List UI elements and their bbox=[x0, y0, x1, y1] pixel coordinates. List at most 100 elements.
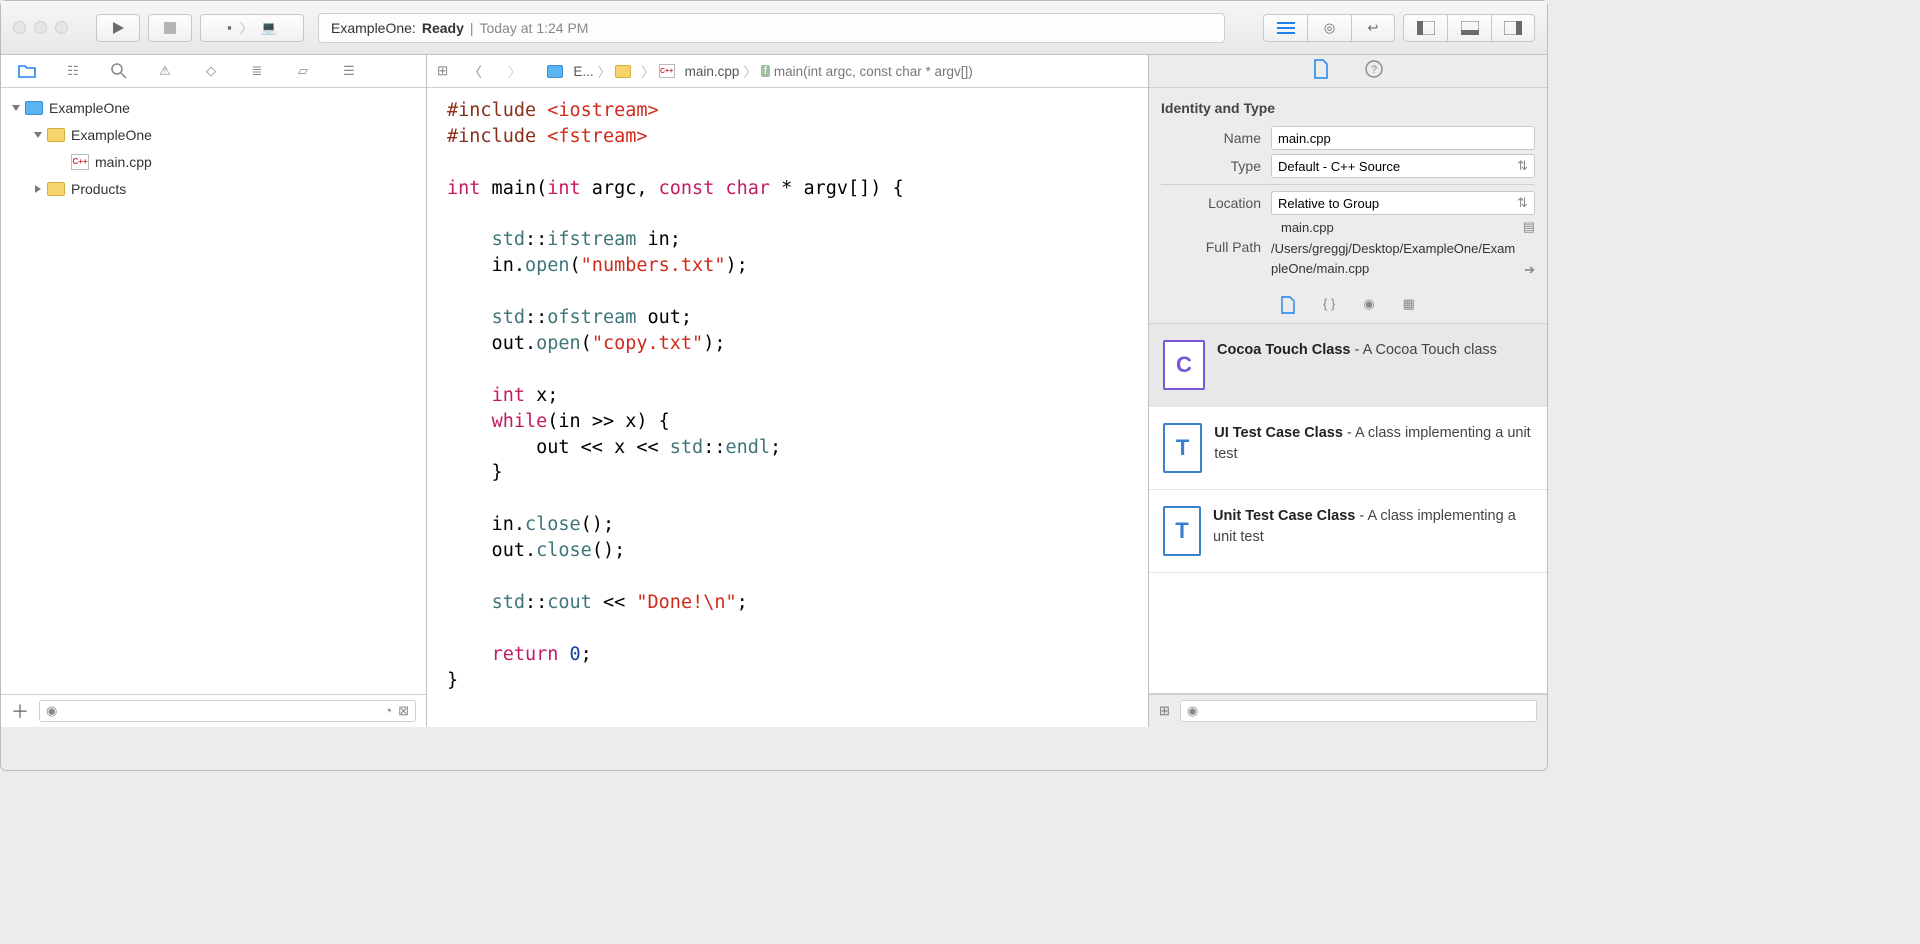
editor-pane: ⊞ 〈 〉 E... 〉 〉 C++ main.cpp 〉 f main(int… bbox=[427, 55, 1149, 727]
file-template-library-tab[interactable] bbox=[1281, 296, 1295, 317]
tree-folder-products[interactable]: Products bbox=[1, 175, 426, 202]
back-button[interactable]: 〈 bbox=[468, 61, 482, 81]
folder-icon bbox=[47, 128, 65, 142]
media-library-tab[interactable]: ▦ bbox=[1403, 296, 1415, 317]
navigator-filter[interactable]: ◉ ◔ ⊠ bbox=[39, 700, 416, 722]
template-icon: C bbox=[1163, 340, 1205, 390]
toolbar: ▪ 〉 💻 ExampleOne: Ready | Today at 1:24 … bbox=[1, 1, 1547, 55]
svg-text:?: ? bbox=[1371, 64, 1377, 76]
library-tabs: { } ◉ ▦ bbox=[1149, 290, 1547, 323]
debug-navigator-tab[interactable]: ≣ bbox=[247, 61, 267, 81]
folder-icon[interactable]: ▤ bbox=[1523, 219, 1535, 235]
toggle-navigator[interactable] bbox=[1403, 14, 1447, 42]
filter-icon: ◉ bbox=[46, 703, 57, 719]
project-label: ExampleOne bbox=[49, 100, 130, 116]
inspector-footer: ⊞ ◉ bbox=[1149, 694, 1547, 727]
add-button[interactable]: ＋ bbox=[11, 698, 29, 724]
folder-icon bbox=[615, 65, 631, 78]
left-panel-icon bbox=[1417, 21, 1435, 35]
library-item-text: UI Test Case Class - A class implementin… bbox=[1214, 423, 1533, 473]
close-window[interactable] bbox=[13, 21, 26, 34]
folder-label: ExampleOne bbox=[71, 127, 152, 143]
document-icon bbox=[1313, 59, 1329, 79]
file-label: main.cpp bbox=[95, 154, 152, 170]
jump-project[interactable]: E... bbox=[573, 64, 593, 79]
library-item[interactable]: TUnit Test Case Class - A class implemen… bbox=[1149, 490, 1547, 573]
toggle-inspector[interactable] bbox=[1491, 14, 1535, 42]
play-icon bbox=[111, 21, 125, 35]
test-navigator-tab[interactable]: ◇ bbox=[201, 61, 221, 81]
code-editor[interactable]: #include <iostream> #include <fstream> i… bbox=[427, 88, 1148, 727]
status-state: Ready bbox=[422, 20, 464, 36]
jump-bar[interactable]: ⊞ 〈 〉 E... 〉 〉 C++ main.cpp 〉 f main(int… bbox=[427, 55, 1148, 88]
object-library-tab[interactable]: ◉ bbox=[1363, 296, 1374, 317]
clock-icon: ◔ bbox=[384, 703, 392, 719]
library-list[interactable]: CCocoa Touch Class - A Cocoa Touch class… bbox=[1149, 323, 1547, 694]
right-panel-icon bbox=[1504, 21, 1522, 35]
assistant-editor[interactable]: ◎ bbox=[1307, 14, 1351, 42]
code-snippet-library-tab[interactable]: { } bbox=[1323, 296, 1335, 317]
name-field[interactable]: main.cpp bbox=[1271, 126, 1535, 150]
tree-project-root[interactable]: ExampleOne bbox=[1, 94, 426, 121]
help-icon: ? bbox=[1365, 60, 1383, 78]
library-item-text: Cocoa Touch Class - A Cocoa Touch class bbox=[1217, 340, 1497, 390]
report-navigator-tab[interactable]: ☰ bbox=[339, 61, 359, 81]
project-navigator-tab[interactable] bbox=[17, 61, 37, 81]
device-icon: 💻 bbox=[261, 20, 277, 36]
zoom-window[interactable] bbox=[55, 21, 68, 34]
breakpoint-navigator-tab[interactable]: ▱ bbox=[293, 61, 313, 81]
project-icon bbox=[25, 101, 43, 115]
type-select[interactable]: Default - C++ Source ⇅ bbox=[1271, 154, 1535, 178]
cpp-file-icon: C++ bbox=[659, 64, 675, 78]
project-tree: ExampleOne ExampleOne C++ main.cpp Produ… bbox=[1, 88, 426, 694]
jump-file[interactable]: main.cpp bbox=[685, 64, 740, 79]
quick-help-tab[interactable]: ? bbox=[1365, 60, 1383, 83]
reveal-arrow-icon[interactable]: ➔ bbox=[1524, 262, 1535, 278]
standard-editor[interactable] bbox=[1263, 14, 1307, 42]
stop-button[interactable] bbox=[148, 14, 192, 42]
forward-button[interactable]: 〉 bbox=[508, 61, 522, 81]
grid-view-icon[interactable]: ⊞ bbox=[1159, 703, 1170, 719]
version-editor[interactable]: ↩ bbox=[1351, 14, 1395, 42]
related-items-icon[interactable]: ⊞ bbox=[437, 63, 448, 79]
tree-file-main[interactable]: C++ main.cpp bbox=[1, 148, 426, 175]
disclosure-triangle-icon[interactable] bbox=[34, 132, 42, 138]
library-filter[interactable]: ◉ bbox=[1180, 700, 1537, 722]
document-icon bbox=[1281, 296, 1295, 314]
template-icon: T bbox=[1163, 506, 1201, 556]
symbol-navigator-tab[interactable]: ☷ bbox=[63, 61, 83, 81]
file-inspector-tab[interactable] bbox=[1313, 59, 1329, 84]
location-label: Location bbox=[1161, 195, 1271, 211]
navigator-tabs: ☷ ⚠ ◇ ≣ ▱ ☰ bbox=[1, 55, 426, 88]
scheme-selector[interactable]: ▪ 〉 💻 bbox=[200, 14, 304, 42]
section-heading: Identity and Type bbox=[1161, 96, 1535, 122]
run-button[interactable] bbox=[96, 14, 140, 42]
project-icon bbox=[547, 65, 563, 78]
disclosure-triangle-icon[interactable] bbox=[12, 105, 20, 111]
navigator-pane: ☷ ⚠ ◇ ≣ ▱ ☰ ExampleOne ExampleOne C++ bbox=[1, 55, 427, 727]
scm-icon: ⊠ bbox=[398, 703, 409, 719]
stop-icon bbox=[164, 22, 176, 34]
toggle-debug-area[interactable] bbox=[1447, 14, 1491, 42]
status-time: Today at 1:24 PM bbox=[480, 20, 589, 36]
inspector-pane: ? Identity and Type Name main.cpp Type D… bbox=[1149, 55, 1547, 727]
jump-symbol[interactable]: main(int argc, const char * argv[]) bbox=[774, 64, 973, 79]
location-select[interactable]: Relative to Group ⇅ bbox=[1271, 191, 1535, 215]
activity-status: ExampleOne: Ready | Today at 1:24 PM bbox=[318, 13, 1225, 43]
minimize-window[interactable] bbox=[34, 21, 47, 34]
library-item[interactable]: CCocoa Touch Class - A Cocoa Touch class bbox=[1149, 324, 1547, 407]
issue-navigator-tab[interactable]: ⚠ bbox=[155, 61, 175, 81]
disclosure-triangle-icon[interactable] bbox=[35, 185, 41, 193]
library-item[interactable]: TUI Test Case Class - A class implementi… bbox=[1149, 407, 1547, 490]
editor-mode-segment: ◎ ↩ bbox=[1263, 14, 1395, 42]
search-icon bbox=[111, 63, 127, 79]
tree-folder[interactable]: ExampleOne bbox=[1, 121, 426, 148]
status-project: ExampleOne: bbox=[331, 20, 416, 36]
terminal-icon: ▪ bbox=[227, 20, 232, 35]
window-controls bbox=[13, 21, 68, 34]
find-navigator-tab[interactable] bbox=[109, 61, 129, 81]
filter-icon: ◉ bbox=[1187, 703, 1198, 719]
main-area: ☷ ⚠ ◇ ≣ ▱ ☰ ExampleOne ExampleOne C++ bbox=[1, 55, 1547, 727]
library-item-text: Unit Test Case Class - A class implement… bbox=[1213, 506, 1533, 556]
folder-icon bbox=[47, 182, 65, 196]
